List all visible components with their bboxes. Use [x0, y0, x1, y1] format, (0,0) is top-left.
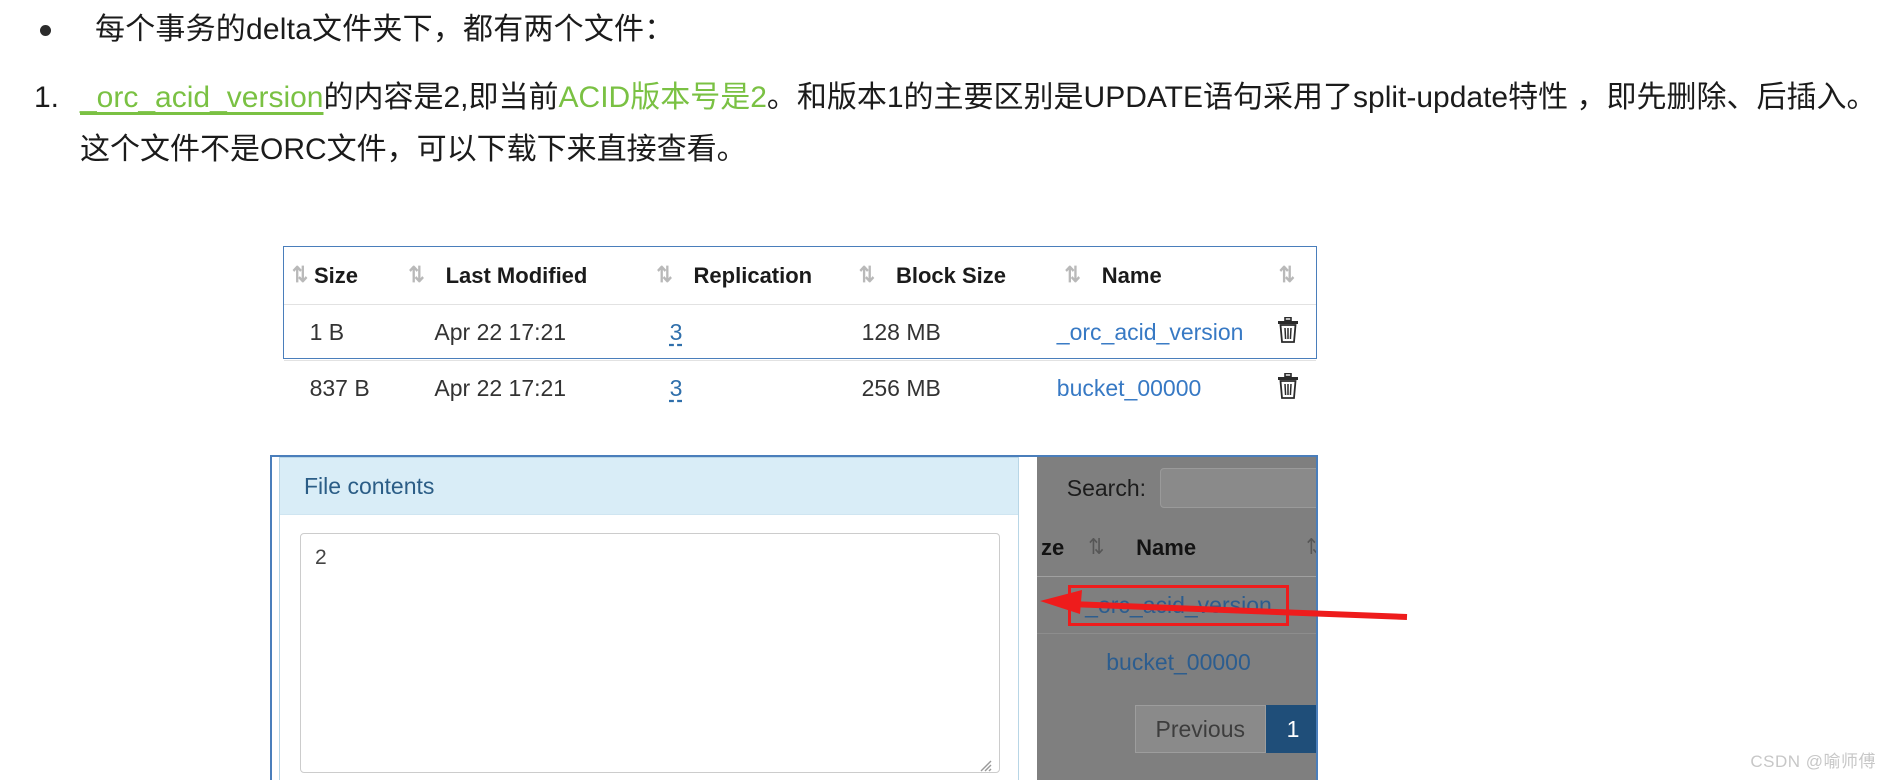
- dim-column-header-size-partial: ze: [1041, 534, 1065, 560]
- column-sort-leading[interactable]: ⇅: [292, 263, 314, 288]
- cell-block-size: 256 MB: [861, 375, 941, 401]
- highlighted-file-name[interactable]: _orc_acid_version: [1068, 584, 1289, 626]
- pagination: Previous 1: [1037, 705, 1316, 753]
- cell-delete: [1260, 372, 1316, 405]
- cell-last-modified: Apr 22 17:21: [434, 375, 567, 401]
- table-header-row: ⇅ Size ⇅ Last Modified ⇅ Replication ⇅ B…: [284, 247, 1316, 304]
- modal-header: File contents: [280, 458, 1018, 515]
- column-header-last-modified[interactable]: Last Modified: [446, 263, 657, 289]
- replication-link[interactable]: 3: [670, 319, 683, 345]
- modal-body: [280, 515, 1018, 778]
- column-header-size[interactable]: Size: [314, 263, 408, 289]
- file-name-link[interactable]: bucket_00000: [1106, 649, 1251, 676]
- bullet-list-item: 每个事务的delta文件夹下，都有两个文件：: [40, 8, 674, 52]
- pagination-page-1-button[interactable]: 1: [1266, 705, 1316, 753]
- cell-block-size: 128 MB: [861, 319, 941, 345]
- cell-size: 1 B: [309, 319, 345, 345]
- dim-table-row: _orc_acid_version: [1037, 577, 1316, 634]
- column-header-name[interactable]: Name: [1102, 263, 1279, 289]
- watermark: CSDN @喻师傅: [1750, 752, 1876, 771]
- column-header-name-label: Name: [1101, 262, 1162, 288]
- column-header-last-modified-label: Last Modified: [445, 262, 588, 288]
- pagination-previous-button[interactable]: Previous: [1134, 705, 1266, 753]
- dim-column-header-name: Name: [1136, 534, 1197, 560]
- column-sort-replication[interactable]: ⇅: [858, 263, 896, 288]
- file-contents-modal: File contents: [279, 457, 1019, 780]
- replication-link[interactable]: 3: [670, 375, 683, 401]
- ordered-list-body: _orc_acid_version的内容是2,即当前ACID版本号是2。和版本1…: [80, 72, 1879, 176]
- search-row: Search:: [1037, 457, 1316, 519]
- hdfs-file-table: ⇅ Size ⇅ Last Modified ⇅ Replication ⇅ B…: [283, 246, 1317, 401]
- column-sort-block-size[interactable]: ⇅: [1064, 263, 1102, 288]
- dim-table-header-row: ze ⇅ Name ⇅: [1037, 519, 1316, 577]
- trash-icon[interactable]: [1276, 316, 1300, 349]
- cell-delete: [1260, 316, 1316, 349]
- sort-icon[interactable]: ⇅: [1306, 537, 1316, 559]
- sort-icon: ⇅: [858, 263, 875, 288]
- screenshot-root: 每个事务的delta文件夹下，都有两个文件： 1. _orc_acid_vers…: [0, 0, 1896, 780]
- table-row: 837 B Apr 22 17:21 3 256 MB bucket_00000: [284, 360, 1316, 416]
- sort-icon: ⇅: [1064, 263, 1081, 288]
- column-sort-size[interactable]: ⇅: [408, 263, 445, 288]
- cell-name: bucket_00000: [1057, 375, 1260, 402]
- file-name-link[interactable]: bucket_00000: [1057, 375, 1202, 401]
- sort-icon: ⇅: [656, 263, 672, 288]
- column-header-block-size[interactable]: Block Size: [896, 263, 1065, 289]
- dim-table-row: bucket_00000: [1037, 634, 1316, 691]
- ordered-list-number: 1.: [34, 81, 60, 114]
- cell-replication: 3: [670, 375, 827, 402]
- cell-name: _orc_acid_version: [1057, 319, 1260, 346]
- column-header-block-size-label: Block Size: [895, 262, 1007, 288]
- inline-code-orc-acid-version: _orc_acid_version: [80, 81, 324, 114]
- ol-text-part2: 的内容是2,即当前: [323, 81, 559, 114]
- sort-icon: ⇅: [408, 263, 424, 288]
- file-contents-textarea[interactable]: [300, 533, 1000, 773]
- search-input[interactable]: [1160, 468, 1316, 508]
- file-name-link[interactable]: _orc_acid_version: [1057, 319, 1244, 345]
- cell-size: 837 B: [309, 375, 370, 401]
- sort-icon[interactable]: ⇅: [1088, 537, 1104, 559]
- column-header-size-label: Size: [314, 262, 359, 288]
- column-sort-last-modified[interactable]: ⇅: [656, 263, 693, 288]
- sort-icon: ⇅: [292, 263, 308, 288]
- file-contents-screenshot: Search: ze ⇅ Name ⇅ _orc_acid_version bu…: [270, 455, 1318, 780]
- table-row: 1 B Apr 22 17:21 3 128 MB _orc_acid_vers…: [284, 304, 1316, 360]
- inline-highlight-acid-version: ACID版本号是2: [558, 81, 767, 114]
- modal-title: File contents: [304, 472, 435, 499]
- trash-icon[interactable]: [1276, 372, 1300, 405]
- column-header-replication-label: Replication: [693, 262, 813, 288]
- sort-icon: ⇅: [1278, 263, 1295, 288]
- bullet-dot-icon: [40, 25, 51, 36]
- cell-replication: 3: [670, 319, 827, 346]
- ol-text-part4: 。和版本1的主要区别是UPDATE语句采用了split-update特性: [766, 81, 1569, 114]
- ordered-list-item: 1. _orc_acid_version的内容是2,即当前ACID版本号是2。和…: [34, 72, 1879, 176]
- column-sort-name[interactable]: ⇅: [1278, 263, 1316, 288]
- search-label: Search:: [1066, 474, 1146, 501]
- textarea-wrapper: [300, 533, 1000, 778]
- cell-last-modified: Apr 22 17:21: [434, 319, 567, 345]
- column-header-replication[interactable]: Replication: [694, 263, 859, 289]
- dimmed-file-browser: Search: ze ⇅ Name ⇅ _orc_acid_version bu…: [1037, 457, 1316, 780]
- bullet-item-label: 每个事务的delta文件夹下，都有两个文件：: [95, 13, 675, 46]
